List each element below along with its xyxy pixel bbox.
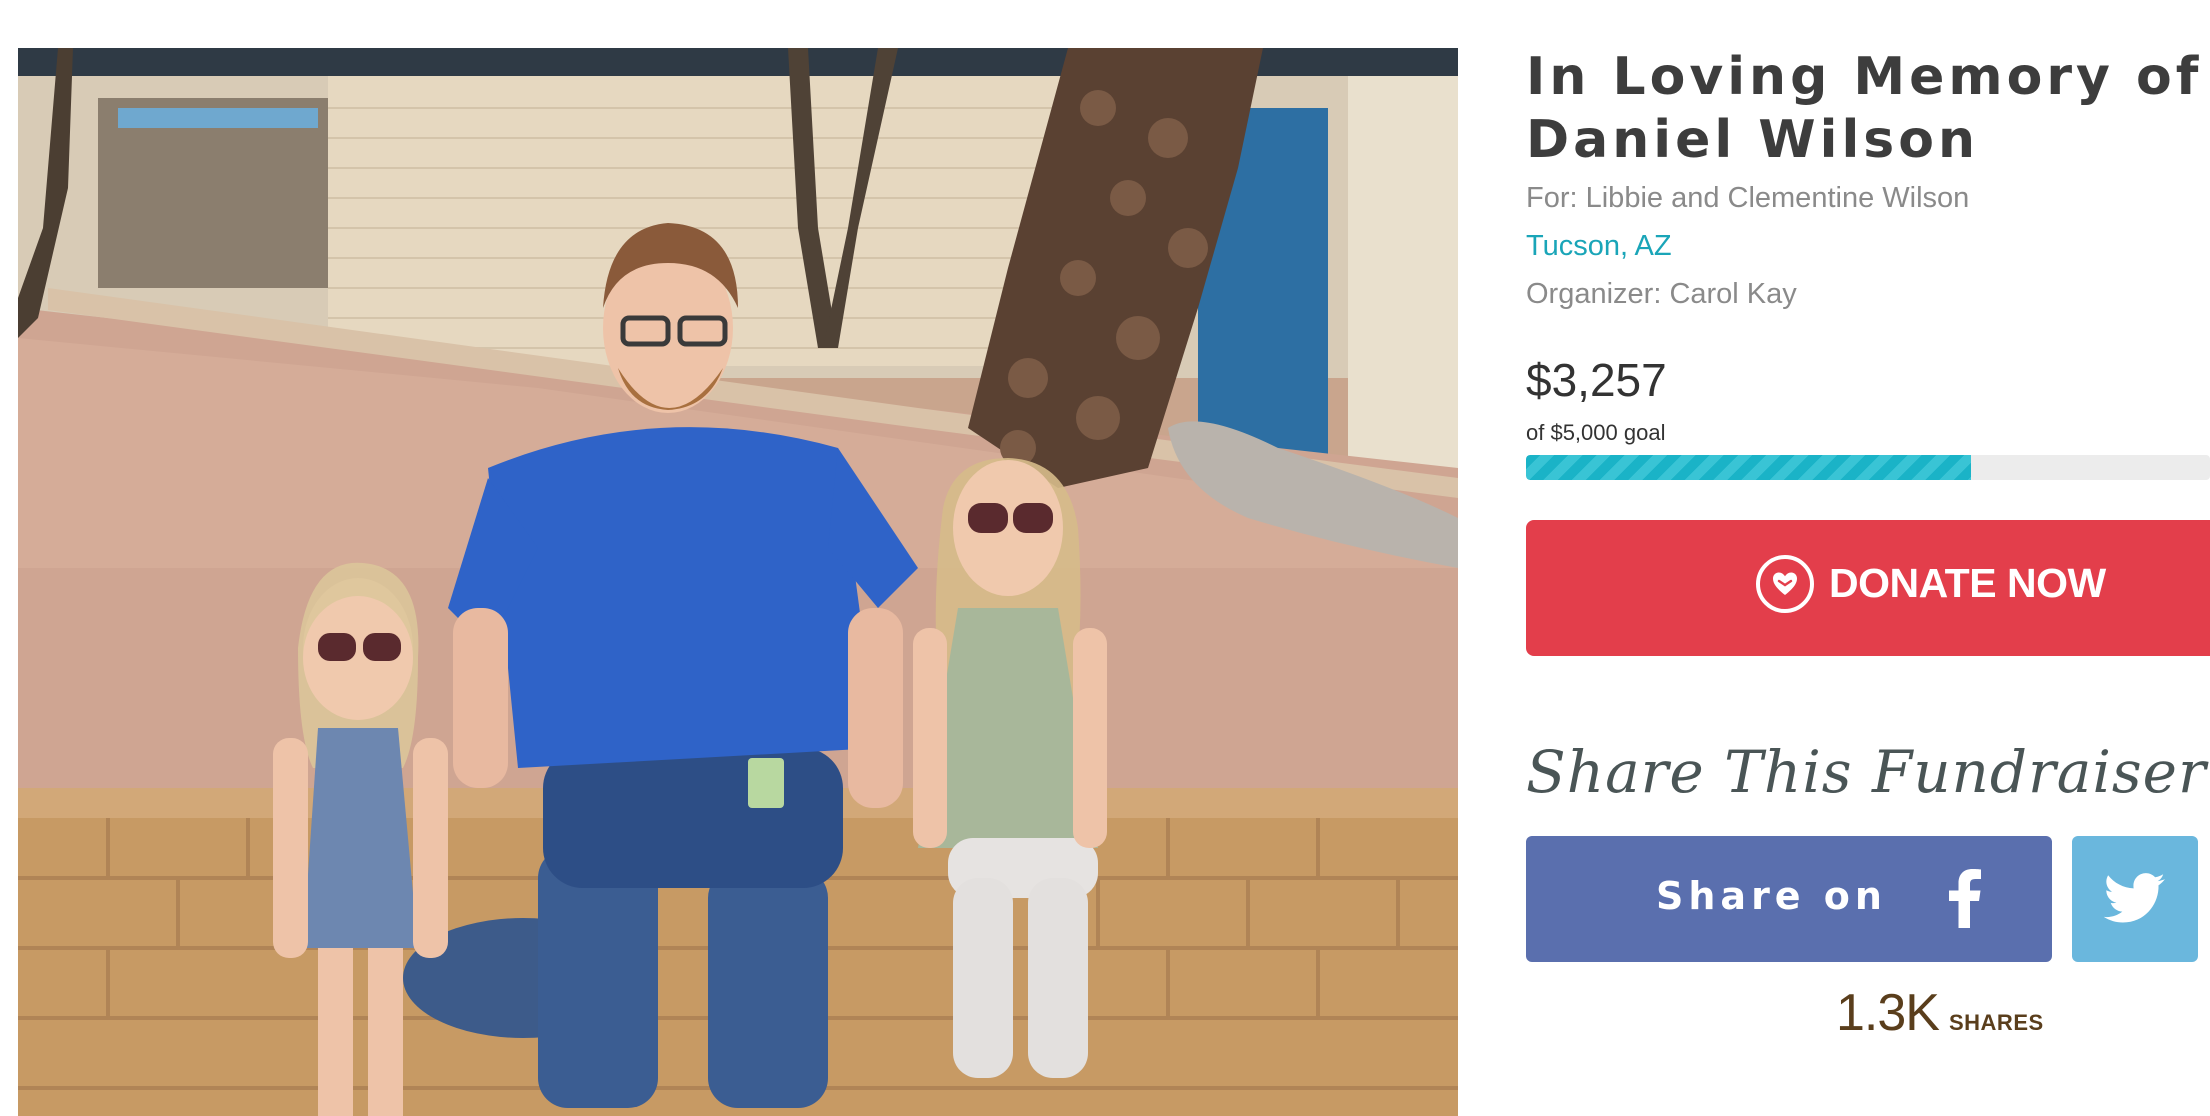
donate-now-button[interactable]: DONATE NOW	[1526, 520, 2210, 656]
facebook-f-icon	[1949, 869, 1981, 928]
campaign-photo	[18, 48, 1458, 1116]
location-link[interactable]: Tucson, AZ	[1526, 230, 1672, 263]
fundraiser-page: In Loving Memory of Daniel Wilson For: L…	[0, 0, 2210, 1116]
campaign-sidebar: In Loving Memory of Daniel Wilson For: L…	[1526, 0, 2210, 1116]
heart-hand-icon	[1756, 555, 1814, 613]
organizer-text: Organizer: Carol Kay	[1526, 278, 1797, 310]
share-count-label: SHARES	[1948, 1010, 2044, 1035]
share-twitter-button[interactable]	[2072, 836, 2198, 962]
beneficiary-text: For: Libbie and Clementine Wilson	[1526, 182, 1970, 214]
share-heading: Share This Fundraiser	[1526, 738, 2207, 806]
goal-text: of $5,000 goal	[1526, 420, 1666, 445]
share-facebook-button[interactable]: Share on	[1526, 836, 2052, 962]
progress-bar	[1526, 455, 2210, 480]
progress-fill	[1526, 455, 1971, 480]
share-count-value: 1.3K	[1836, 984, 1940, 1042]
amount-raised: $3,257	[1526, 354, 1667, 406]
share-count: 1.3K SHARES	[1836, 983, 2044, 1043]
campaign-photo-illustration	[18, 48, 1458, 1116]
donate-now-label: DONATE NOW	[1829, 560, 2106, 606]
campaign-title: In Loving Memory of Daniel Wilson	[1526, 47, 2203, 170]
twitter-bird-icon	[2104, 873, 2165, 923]
share-facebook-label: Share on	[1656, 874, 1887, 918]
